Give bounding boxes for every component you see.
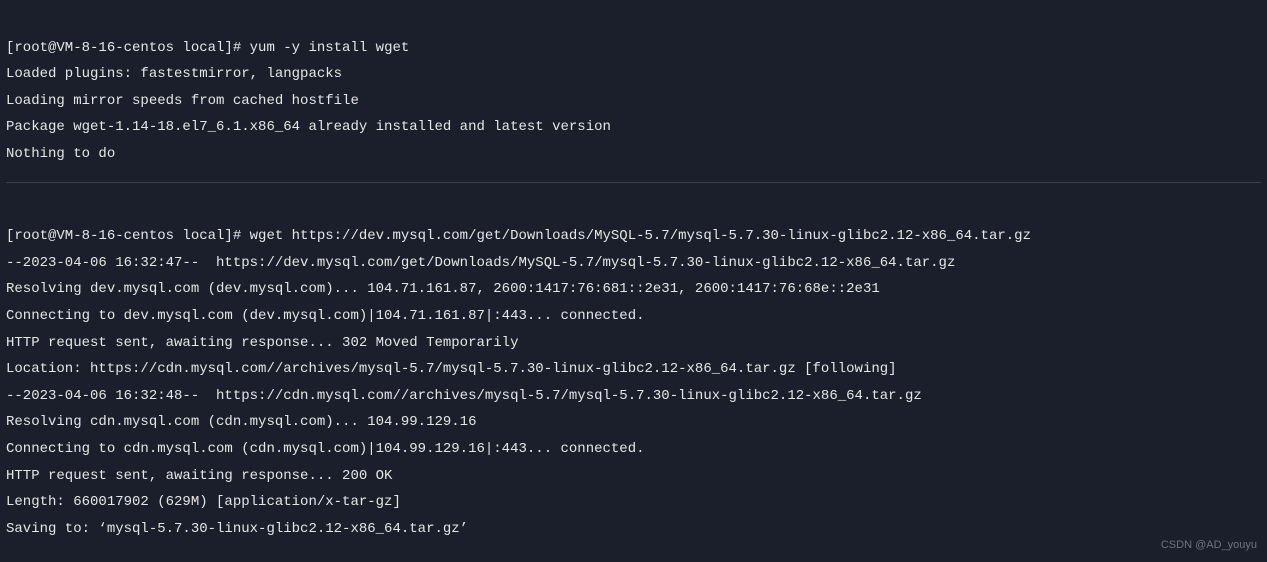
output-line: Package wget-1.14-18.el7_6.1.x86_64 alre… [6, 119, 611, 135]
output-line: HTTP request sent, awaiting response... … [6, 335, 518, 351]
output-line: HTTP request sent, awaiting response... … [6, 468, 392, 484]
command-text: wget https://dev.mysql.com/get/Downloads… [250, 228, 1031, 244]
output-line: Loading mirror speeds from cached hostfi… [6, 93, 359, 109]
separator [6, 182, 1261, 183]
output-line: Length: 660017902 (629M) [application/x-… [6, 494, 401, 510]
output-line: --2023-04-06 16:32:48-- https://cdn.mysq… [6, 388, 922, 404]
output-line: Resolving cdn.mysql.com (cdn.mysql.com).… [6, 414, 476, 430]
output-line: Resolving dev.mysql.com (dev.mysql.com).… [6, 281, 880, 297]
shell-prompt: [root@VM-8-16-centos local]# [6, 40, 250, 56]
output-line: Connecting to dev.mysql.com (dev.mysql.c… [6, 308, 645, 324]
output-line: --2023-04-06 16:32:47-- https://dev.mysq… [6, 255, 955, 271]
terminal-window[interactable]: [root@VM-8-16-centos local]# yum -y inst… [0, 0, 1267, 550]
output-line: Loaded plugins: fastestmirror, langpacks [6, 66, 342, 82]
output-line: Nothing to do [6, 146, 115, 162]
output-line: Location: https://cdn.mysql.com//archive… [6, 361, 897, 377]
terminal-block-1: [root@VM-8-16-centos local]# yum -y inst… [6, 8, 1261, 168]
watermark-text: CSDN @AD_youyu [1161, 535, 1257, 556]
output-line: Saving to: ‘mysql-5.7.30-linux-glibc2.12… [6, 521, 468, 537]
terminal-block-2: [root@VM-8-16-centos local]# wget https:… [6, 197, 1261, 543]
output-line: Connecting to cdn.mysql.com (cdn.mysql.c… [6, 441, 645, 457]
shell-prompt: [root@VM-8-16-centos local]# [6, 228, 250, 244]
command-text: yum -y install wget [250, 40, 410, 56]
